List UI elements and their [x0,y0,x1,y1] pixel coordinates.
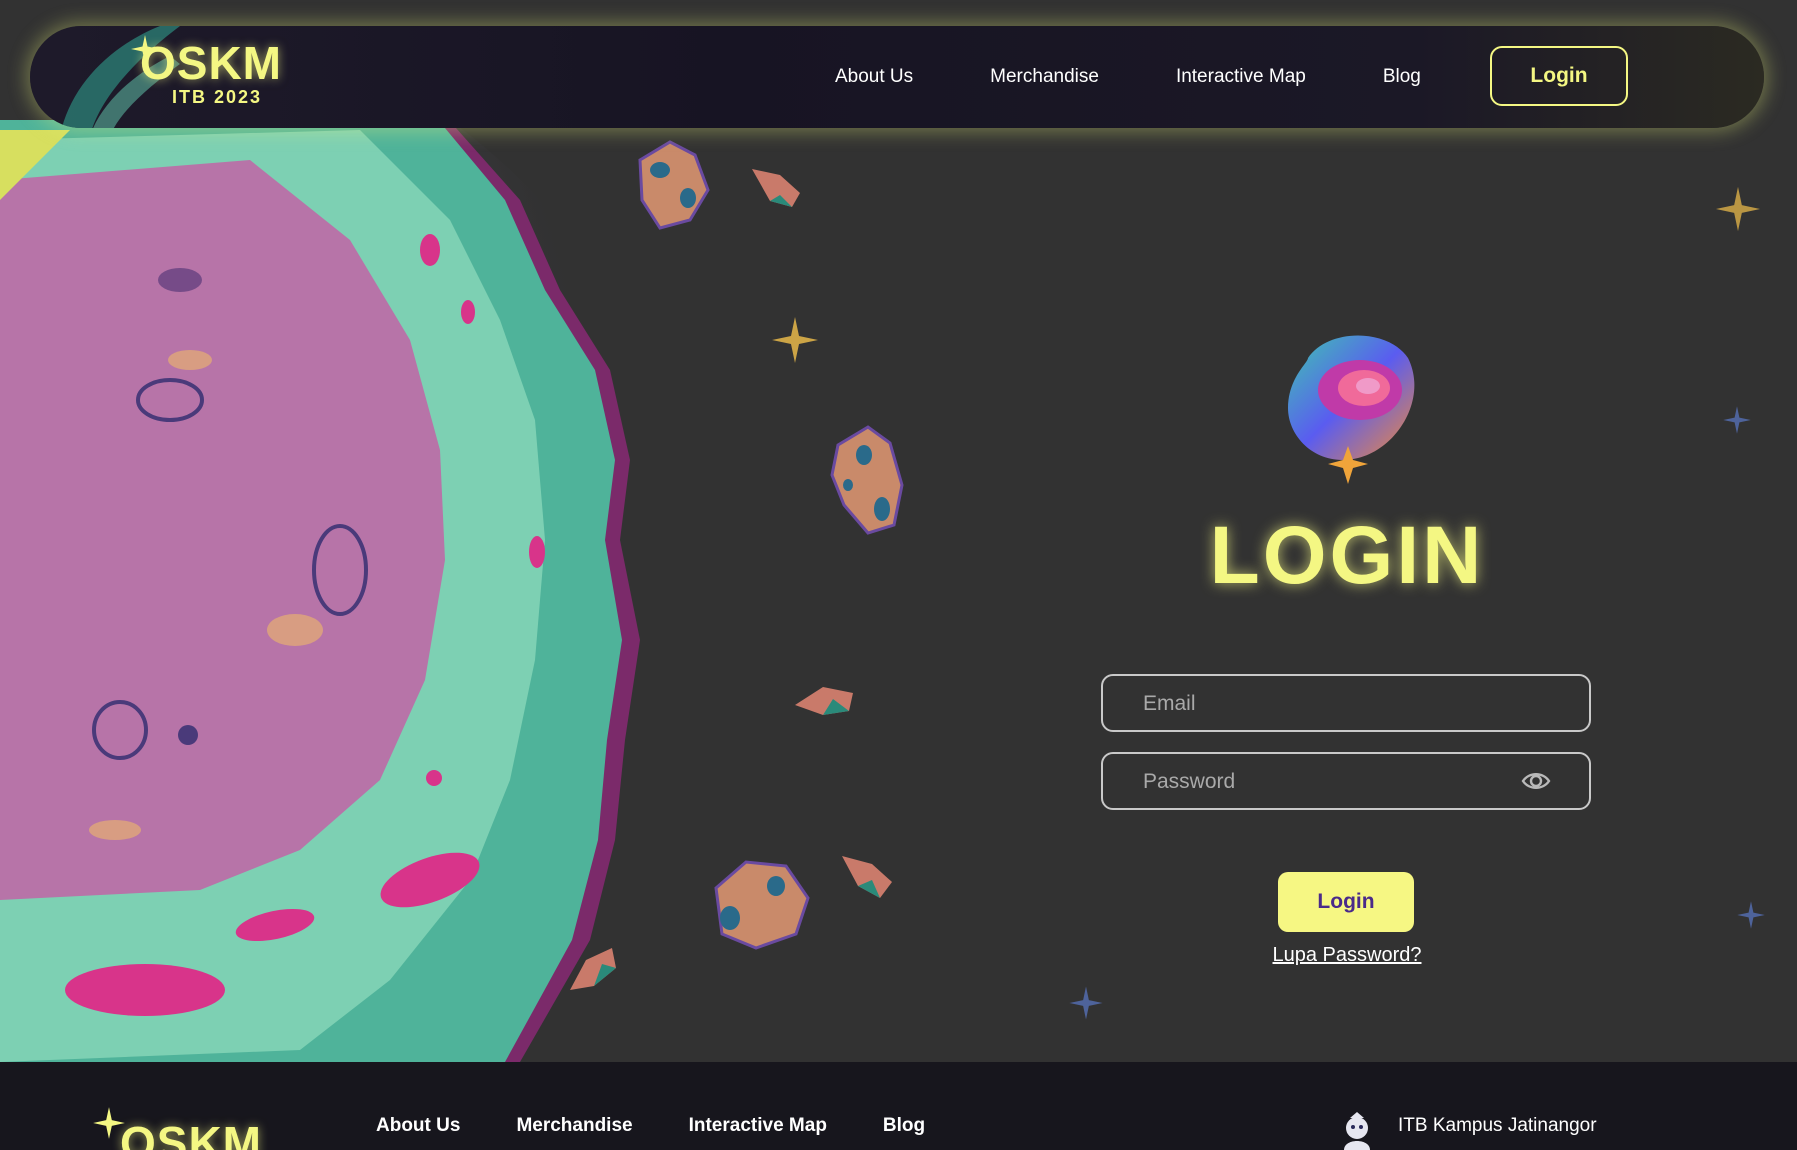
asteroid-decoration [752,169,800,207]
footer-link-blog[interactable]: Blog [883,1115,925,1137]
sparkle-icon [772,317,818,363]
footer-link-merchandise[interactable]: Merchandise [516,1115,632,1137]
brand-name: OSKM [140,37,282,89]
asteroid-decoration [842,856,892,898]
ganesha-icon [1344,1112,1370,1150]
sparkle-icon [1737,901,1765,929]
main-stage: LOGIN Login Lupa Password? OSKM ITB 2023… [0,0,1797,1062]
brand-logo[interactable]: OSKM ITB 2023 [140,40,282,108]
password-input[interactable] [1141,754,1525,810]
forgot-password-link[interactable]: Lupa Password? [1200,944,1494,967]
asteroid-decoration [638,140,710,230]
login-title: LOGIN [1209,510,1485,601]
asteroid-decoration [570,948,616,990]
login-submit-button[interactable]: Login [1278,872,1414,932]
email-field[interactable] [1101,674,1591,732]
sparkle-icon [1715,186,1761,232]
asteroid-decoration [714,860,810,950]
eye-icon[interactable] [1521,768,1551,794]
nav-link-about-us[interactable]: About Us [835,66,913,88]
footer-brand[interactable]: OSKM [120,1120,262,1150]
asteroid-decoration [830,425,904,535]
email-input[interactable] [1141,676,1525,732]
nav-login-button[interactable]: Login [1490,46,1628,106]
footer-link-about-us[interactable]: About Us [376,1115,460,1137]
nav-links: About Us Merchandise Interactive Map Blo… [835,26,1498,128]
brand-subtitle: ITB 2023 [172,87,263,107]
asteroid-decoration [795,687,853,715]
sparkle-icon [1723,406,1751,434]
sparkle-icon [1069,986,1103,1020]
campus-location: ITB Kampus Jatinangor [1398,1115,1597,1136]
planet-illustration [0,120,680,1062]
footer-links: About Us Merchandise Interactive Map Blo… [376,1115,981,1137]
navbar: OSKM ITB 2023 About Us Merchandise Inter… [30,26,1764,128]
nav-link-blog[interactable]: Blog [1383,66,1421,88]
nav-link-merchandise[interactable]: Merchandise [990,66,1099,88]
nav-link-interactive-map[interactable]: Interactive Map [1176,66,1306,88]
password-field[interactable] [1101,752,1591,810]
galaxy-logo-icon [1288,335,1415,484]
footer-link-interactive-map[interactable]: Interactive Map [689,1115,827,1137]
